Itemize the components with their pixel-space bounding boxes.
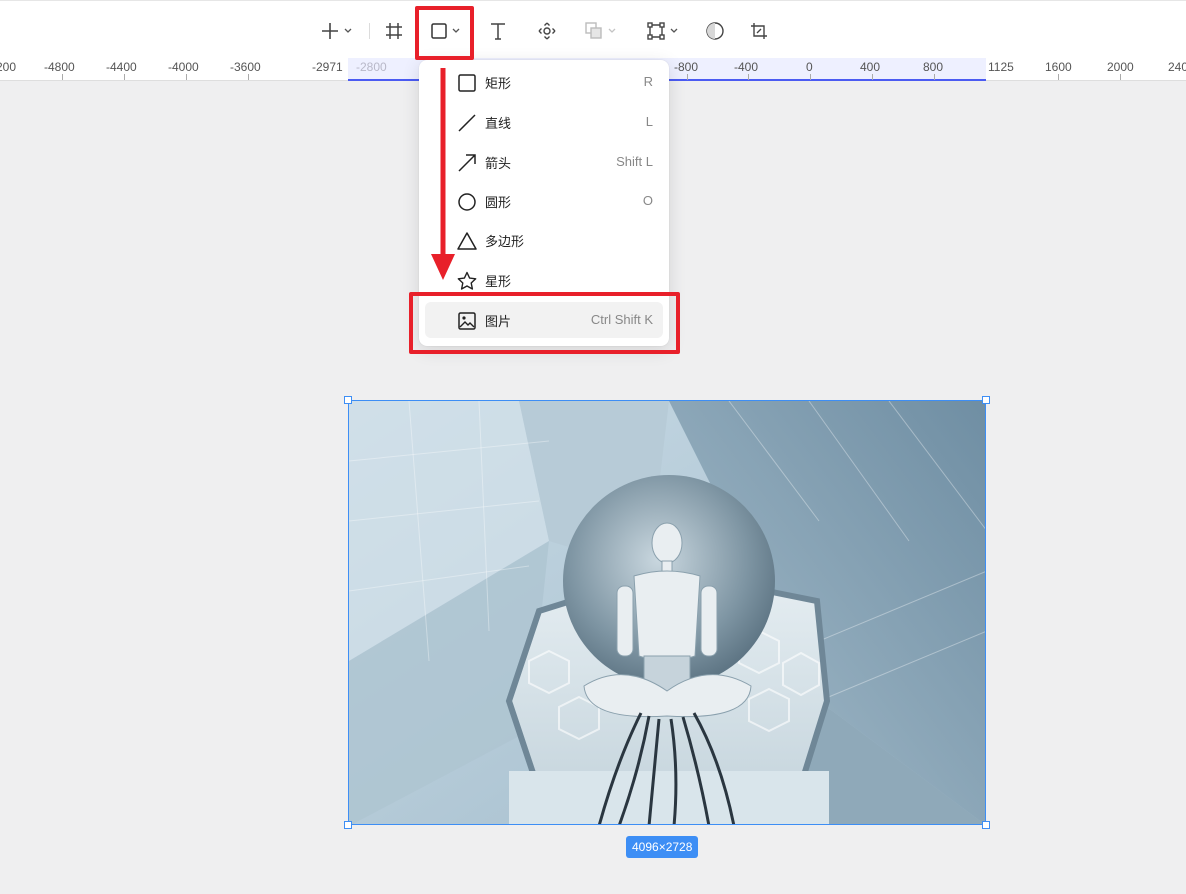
resize-handle-top-left[interactable] <box>344 396 352 404</box>
ruler-label: 0 <box>806 60 813 74</box>
line-icon <box>457 113 477 133</box>
ruler-tick <box>934 74 935 80</box>
frame-icon <box>386 23 402 39</box>
ruler-tick <box>248 74 249 80</box>
boolean-icon <box>585 22 602 39</box>
text-tool-button[interactable] <box>486 17 510 45</box>
menu-item-label: 箭头 <box>485 156 512 171</box>
circle-icon <box>457 192 477 212</box>
ruler-label: 400 <box>860 60 881 74</box>
ruler-label: -2971 <box>312 60 343 74</box>
menu-item-label: 星形 <box>485 274 512 289</box>
frame-tool-button[interactable] <box>382 17 406 45</box>
chevron-down-icon <box>608 28 616 33</box>
rectangle-icon <box>457 73 477 93</box>
move-icon <box>538 22 556 40</box>
vector-path-icon <box>647 22 665 40</box>
ruler-tick <box>687 74 688 80</box>
menu-item-shortcut: R <box>643 74 653 89</box>
menu-item-arrow[interactable]: 箭头 Shift L <box>425 144 663 180</box>
annotation-arrow-icon <box>431 68 455 280</box>
text-icon <box>491 23 505 40</box>
menu-item-label: 矩形 <box>485 76 512 91</box>
annotation-highlight-image-item <box>409 292 680 354</box>
crop-icon <box>751 23 767 39</box>
ruler-label: 2000 <box>1107 60 1134 74</box>
ruler-label: 800 <box>923 60 944 74</box>
menu-item-rectangle[interactable]: 矩形 R <box>425 64 663 100</box>
arrow-icon <box>457 153 477 173</box>
ellipse-icon <box>706 22 724 40</box>
ruler-label: -400 <box>734 60 759 74</box>
resize-handle-top-right[interactable] <box>982 396 990 404</box>
menu-item-label: 多边形 <box>485 234 525 249</box>
ruler-tick <box>62 74 63 80</box>
ruler-label: -2800 <box>356 60 387 74</box>
ruler-tick <box>1120 74 1121 80</box>
resize-handle-bottom-left[interactable] <box>344 821 352 829</box>
ruler-tick <box>810 74 811 80</box>
ruler-tick <box>124 74 125 80</box>
ruler-tick <box>1058 74 1059 80</box>
menu-item-label: 直线 <box>485 116 512 131</box>
menu-item-circle[interactable]: 圆形 O <box>425 183 663 219</box>
add-button[interactable] <box>316 17 356 45</box>
ruler-label: 240 <box>1168 60 1186 74</box>
menu-item-line[interactable]: 直线 L <box>425 104 663 140</box>
menu-item-polygon[interactable]: 多边形 <box>425 222 663 258</box>
image-size-badge: 4096×2728 <box>626 836 699 858</box>
menu-item-shortcut: Shift L <box>616 154 653 169</box>
menu-item-label: 圆形 <box>485 195 512 210</box>
placed-image[interactable] <box>348 400 986 825</box>
ruler-tick <box>186 74 187 80</box>
star-icon <box>457 271 477 291</box>
move-tool-button[interactable] <box>535 17 559 45</box>
boolean-tool-button[interactable] <box>580 17 620 45</box>
toolbar-divider <box>369 23 370 39</box>
menu-item-shortcut: O <box>642 193 653 208</box>
plus-icon <box>322 23 338 39</box>
chevron-down-icon <box>670 28 678 33</box>
robot-photo <box>349 401 985 824</box>
ruler-label: 200 <box>0 60 17 74</box>
ruler-label: 1600 <box>1045 60 1072 74</box>
ruler-label: -4800 <box>44 60 75 74</box>
ruler-tick <box>872 74 873 80</box>
chevron-down-icon <box>344 28 352 33</box>
top-toolbar <box>0 0 1186 59</box>
menu-item-shortcut: L <box>645 114 653 129</box>
annotation-highlight-shape-button <box>415 6 474 60</box>
ruler-label: -3600 <box>230 60 261 74</box>
ellipse-tool-button[interactable] <box>703 17 727 45</box>
ruler-label: -4000 <box>168 60 199 74</box>
ruler-label: 1125 <box>988 60 1014 74</box>
resize-handle-bottom-right[interactable] <box>982 821 990 829</box>
ruler-label: -800 <box>674 60 699 74</box>
crop-tool-button[interactable] <box>747 17 771 45</box>
polygon-icon <box>457 231 477 251</box>
ruler-label: -4400 <box>106 60 137 74</box>
vector-tool-button[interactable] <box>642 17 682 45</box>
ruler-tick <box>748 74 749 80</box>
